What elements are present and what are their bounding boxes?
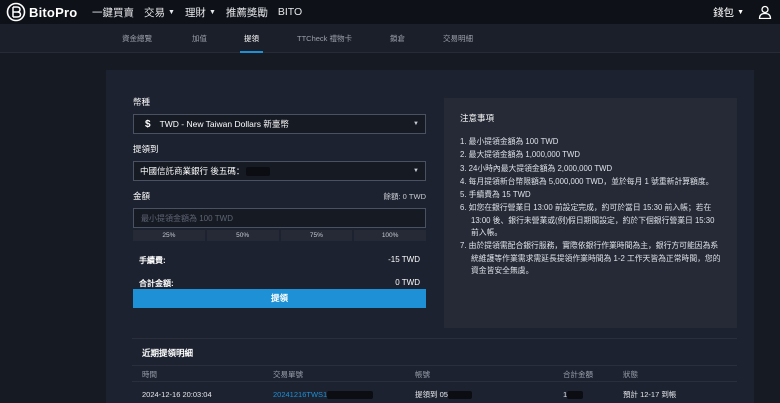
row-total: 1 bbox=[563, 383, 584, 403]
bitopro-logo-icon bbox=[6, 2, 26, 22]
row-account-text: 提領到 05 bbox=[415, 390, 448, 399]
notice-item: 6. 如您在銀行營業日 13:00 前設定完成，約可於當日 15:30 前入帳；… bbox=[460, 203, 715, 238]
row-order-text: 20241216TWS1 bbox=[273, 390, 328, 399]
caret-down-icon: ▼ bbox=[413, 168, 419, 174]
pct-25-button[interactable]: 25% bbox=[133, 230, 205, 241]
wallet-menu[interactable]: 錢包 ▼ bbox=[713, 5, 744, 20]
notice-item: 1. 最小提領金額為 100 TWD bbox=[460, 137, 559, 146]
destination-label: 提領到 bbox=[133, 144, 159, 154]
redacted-total bbox=[567, 391, 584, 400]
notice-panel: 注意事項 1. 最小提領金額為 100 TWD 2. 最大提領金額為 1,000… bbox=[444, 98, 737, 328]
nav-item-bito[interactable]: BITO bbox=[278, 6, 302, 18]
currency-value: TWD - New Taiwan Dollars 新臺幣 bbox=[159, 119, 289, 129]
total-row: 合計金額: 0 TWD bbox=[133, 278, 426, 289]
notice-item: 7. 由於提領需配合銀行服務，實際依銀行作業時間為主，銀行方可能因為系統維護等作… bbox=[460, 241, 721, 275]
nav-item-label: 推薦獎勵 bbox=[225, 6, 268, 19]
bank-account-select[interactable]: 中國信託商業銀行 後五碼： ▼ bbox=[133, 161, 426, 181]
amount-input[interactable]: 最小提領金額為 100 TWD bbox=[133, 208, 426, 228]
total-value: 0 TWD bbox=[395, 278, 420, 287]
top-navbar: BitoPro 一鍵買賣 交易 ▼ 理財 ▼ 推薦獎勵 BITO 錢包 ▼ bbox=[0, 0, 780, 24]
withdraw-card: 幣種 $ TWD - New Taiwan Dollars 新臺幣 ▼ 提領到 … bbox=[106, 70, 754, 403]
nav-item-label: BITO bbox=[277, 6, 303, 18]
caret-down-icon: ▼ bbox=[168, 8, 175, 16]
dollar-icon: $ bbox=[145, 118, 151, 130]
withdraw-form: 幣種 $ TWD - New Taiwan Dollars 新臺幣 ▼ 提領到 … bbox=[133, 96, 426, 308]
currency-select[interactable]: $ TWD - New Taiwan Dollars 新臺幣 ▼ bbox=[133, 114, 426, 134]
nav-item-trade[interactable]: 交易 ▼ bbox=[144, 5, 175, 20]
tab-deposit[interactable]: 加值 bbox=[192, 24, 207, 53]
brand-name: BitoPro bbox=[29, 4, 78, 20]
nav-item-label: 交易 bbox=[144, 6, 165, 19]
balance-text: 餘額: 0 TWD bbox=[383, 191, 427, 201]
nav-right: 錢包 ▼ bbox=[713, 0, 780, 24]
caret-down-icon: ▼ bbox=[413, 121, 419, 127]
tab-lock[interactable]: 鎖倉 bbox=[390, 24, 405, 53]
row-time: 2024-12-16 20:03:04 bbox=[142, 390, 212, 399]
history-title: 近期提領明細 bbox=[142, 348, 194, 358]
notice-item: 4. 每月提領新台幣限額為 5,000,000 TWD，並於每月 1 號重新計算… bbox=[460, 176, 714, 186]
column-header-total: 合計金額 bbox=[563, 370, 593, 379]
currency-label: 幣種 bbox=[133, 97, 151, 107]
row-account: 提領到 05 bbox=[415, 383, 472, 403]
notice-item: 5. 手續費為 15 TWD bbox=[460, 190, 531, 200]
pct-50-button[interactable]: 50% bbox=[206, 230, 279, 241]
row-status: 預計 12-17 到帳 bbox=[623, 390, 677, 399]
tab-withdraw[interactable]: 提領 bbox=[240, 24, 263, 53]
nav-item-label: 一鍵買賣 bbox=[92, 6, 134, 19]
tab-transaction-history[interactable]: 交易明細 bbox=[443, 24, 473, 53]
column-header-order: 交易單號 bbox=[273, 370, 303, 379]
wallet-label: 錢包 bbox=[713, 6, 735, 19]
withdraw-button[interactable]: 提領 bbox=[133, 289, 426, 308]
tab-funds-overview[interactable]: 資金總覽 bbox=[122, 24, 152, 53]
column-header-time: 時間 bbox=[142, 370, 157, 379]
nav-item-quick-trade[interactable]: 一鍵買賣 bbox=[92, 5, 134, 20]
sub-navbar: 資金總覽 加值 提領 TTCheck 禮物卡 鎖倉 交易明細 bbox=[0, 24, 780, 53]
redacted-account bbox=[447, 391, 472, 400]
bank-account-value: 中國信託商業銀行 後五碼： bbox=[140, 166, 245, 176]
pct-75-button[interactable]: 75% bbox=[280, 230, 353, 241]
caret-down-icon: ▼ bbox=[208, 8, 216, 16]
nav-item-finance[interactable]: 理財 ▼ bbox=[185, 5, 216, 20]
user-icon[interactable] bbox=[758, 5, 772, 19]
redacted-account bbox=[246, 166, 271, 176]
amount-label: 金額 bbox=[133, 191, 151, 201]
table-row: 2024-12-16 20:03:04 20241216TWS1 提領到 05 … bbox=[132, 383, 737, 403]
nav-item-referral[interactable]: 推薦獎勵 bbox=[226, 5, 268, 20]
caret-down-icon: ▼ bbox=[737, 8, 744, 16]
logo[interactable]: BitoPro bbox=[6, 2, 82, 22]
notice-title: 注意事項 bbox=[460, 113, 495, 123]
notice-list: 1. 最小提領金額為 100 TWD 2. 最大提領金額為 1,000,000 … bbox=[460, 136, 721, 277]
notice-item: 2. 最大提領金額為 1,000,000 TWD bbox=[460, 150, 581, 160]
amount-row: 金額 餘額: 0 TWD bbox=[133, 190, 426, 202]
notice-item: 3. 24小時內最大提領金額為 2,000,000 TWD bbox=[460, 163, 613, 173]
fee-value: -15 TWD bbox=[388, 255, 420, 264]
table-header: 時間 交易單號 帳號 合計金額 狀態 bbox=[132, 365, 737, 382]
fee-label: 手續費: bbox=[139, 256, 166, 265]
row-order-link[interactable]: 20241216TWS1 bbox=[273, 383, 374, 403]
total-label: 合計金額: bbox=[139, 279, 174, 288]
tab-ttcheck-gift-card[interactable]: TTCheck 禮物卡 bbox=[297, 24, 352, 53]
pct-100-button[interactable]: 100% bbox=[354, 230, 426, 241]
nav-item-label: 理財 bbox=[184, 6, 206, 19]
percentage-buttons: 25% 50% 75% 100% bbox=[133, 230, 426, 241]
recent-withdrawals: 近期提領明細 時間 交易單號 帳號 合計金額 狀態 2024-12-16 20:… bbox=[132, 338, 737, 403]
fee-row: 手續費: -15 TWD bbox=[133, 255, 426, 266]
column-header-status: 狀態 bbox=[623, 370, 638, 379]
redacted-order bbox=[327, 391, 374, 400]
column-header-account: 帳號 bbox=[415, 370, 430, 379]
